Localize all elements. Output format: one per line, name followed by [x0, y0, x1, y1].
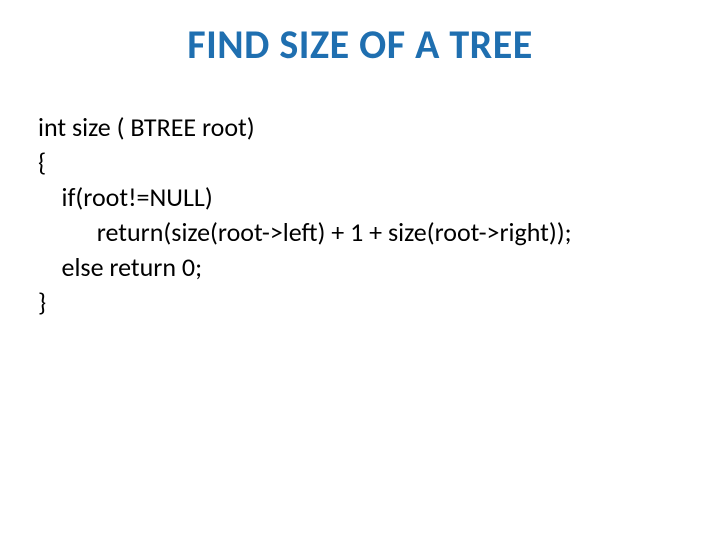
- slide: FIND SIZE OF A TREE int size ( BTREE roo…: [0, 0, 720, 540]
- code-line-4: return(size(root->left) + 1 + size(root-…: [38, 216, 572, 248]
- slide-title: FIND SIZE OF A TREE: [0, 20, 720, 69]
- code-line-2: {: [38, 146, 46, 178]
- code-block: int size ( BTREE root) { if(root!=NULL) …: [38, 110, 572, 321]
- code-line-3: if(root!=NULL): [38, 181, 213, 213]
- code-line-5: else return 0;: [38, 251, 202, 283]
- code-line-1: int size ( BTREE root): [38, 111, 255, 143]
- code-line-6: }: [38, 286, 46, 318]
